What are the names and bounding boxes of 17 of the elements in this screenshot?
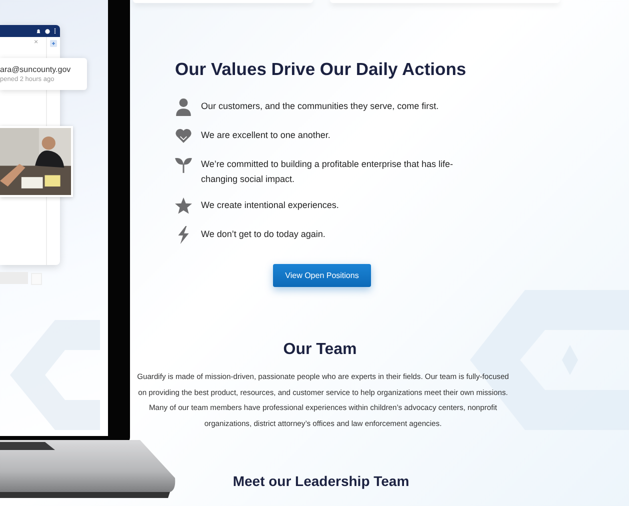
value-text: We don’t get to do today again.	[201, 228, 326, 241]
star-icon	[175, 197, 192, 215]
value-text: We are excellent to one another.	[201, 129, 332, 142]
person-icon	[175, 98, 192, 116]
bell-icon[interactable]	[36, 28, 41, 34]
view-positions-button[interactable]: View Open Positions	[273, 264, 371, 287]
sprout-icon	[175, 156, 192, 174]
help-icon[interactable]	[45, 28, 50, 34]
email-address: ara@suncounty.gov	[0, 65, 72, 74]
value-text: We’re committed to building a profitable enterprise that has life-changing social impact.	[201, 158, 454, 186]
value-text: We create intentional experiences.	[201, 199, 340, 212]
section-heading: Our Values Drive Our Daily Actions	[175, 59, 468, 80]
section-heading: Meet our Leadership Team	[232, 473, 410, 489]
heart-icon	[175, 127, 192, 145]
value-text: Our customers, and the communities they serve, come first.	[201, 100, 440, 113]
section-heading: Our Team	[282, 341, 358, 359]
share-icon[interactable]	[50, 40, 57, 47]
